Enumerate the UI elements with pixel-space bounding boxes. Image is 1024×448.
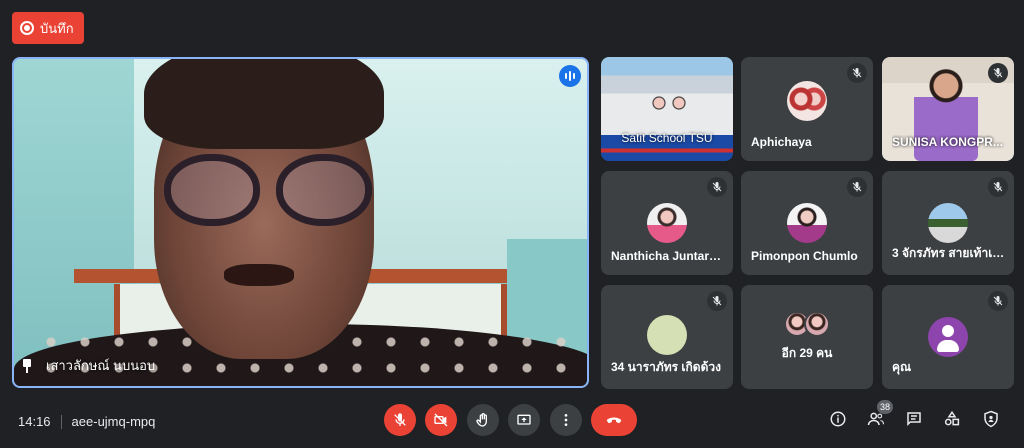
avatar <box>647 203 687 243</box>
mic-off-icon <box>394 413 406 426</box>
avatar <box>928 203 968 243</box>
participant-tile[interactable]: Nanthicha Juntara... <box>601 171 733 275</box>
chat-button[interactable] <box>903 408 925 430</box>
participant-count-badge: 38 <box>877 400 893 414</box>
raise-hand-icon <box>476 413 487 427</box>
recording-label: บันทึก <box>40 20 74 36</box>
mic-off-icon <box>707 291 727 311</box>
mic-off-icon <box>847 177 867 197</box>
mic-off-icon <box>988 291 1008 311</box>
participant-name: Aphichaya <box>751 135 812 149</box>
participant-tile[interactable]: Pimonpon Chumlo <box>741 171 873 275</box>
self-tile[interactable]: คุณ <box>882 285 1014 389</box>
mic-off-icon <box>988 177 1008 197</box>
participant-tile[interactable]: Satit School TSU <box>601 57 733 161</box>
present-screen-button[interactable] <box>508 404 540 436</box>
meeting-info: 14:16 aee-ujmq-mpq <box>18 414 155 429</box>
chat-icon <box>907 412 921 427</box>
more-options-button[interactable] <box>550 404 582 436</box>
main-speaker-name: เสาวลักษณ์ นบนอบ <box>22 355 155 376</box>
participant-name: Pimonpon Chumlo <box>751 249 858 263</box>
recording-indicator[interactable]: บันทึก <box>12 12 84 44</box>
mic-off-icon <box>707 177 727 197</box>
main-speaker-tile[interactable]: เสาวลักษณ์ นบนอบ <box>12 57 589 388</box>
present-screen-icon <box>517 414 531 425</box>
divider <box>60 414 62 429</box>
meeting-details-button[interactable] <box>827 408 849 430</box>
participant-name: 3 จักรภัทร สายเท้าเอี้... <box>892 246 1006 260</box>
raise-hand-button[interactable] <box>467 404 499 436</box>
participant-name: SUNISA KONGPR... <box>892 135 1003 149</box>
pin-icon[interactable] <box>22 358 32 373</box>
mic-toggle-button[interactable] <box>384 404 416 436</box>
participant-name: Nanthicha Juntara... <box>611 249 725 263</box>
participant-name: 34 นาราภัทร เกิดด้วง <box>611 360 721 374</box>
host-controls-button[interactable] <box>980 408 1002 430</box>
call-end-icon <box>606 417 622 424</box>
mic-off-icon <box>988 63 1008 83</box>
participant-name: คุณ <box>892 360 912 374</box>
mic-off-icon <box>847 63 867 83</box>
participant-video <box>601 57 733 161</box>
participant-tile[interactable]: Aphichaya <box>741 57 873 161</box>
camera-off-icon <box>434 413 448 427</box>
avatar <box>928 317 968 357</box>
speaking-indicator-icon <box>559 65 581 87</box>
meeting-code: aee-ujmq-mpq <box>71 414 156 429</box>
others-avatars <box>784 311 830 337</box>
host-controls-icon <box>984 410 998 428</box>
more-participants-tile[interactable]: อีก 29 คน <box>741 285 873 389</box>
participant-tile[interactable]: 34 นาราภัทร เกิดด้วง <box>601 285 733 389</box>
avatar <box>787 81 827 121</box>
activities-button[interactable] <box>941 408 963 430</box>
speaker-name-label: เสาวลักษณ์ นบนอบ <box>46 358 156 373</box>
participant-name: Satit School TSU <box>621 131 713 145</box>
participant-tile[interactable]: 3 จักรภัทร สายเท้าเอี้... <box>882 171 1014 275</box>
speaker-video <box>14 59 587 386</box>
avatar <box>647 315 687 355</box>
camera-toggle-button[interactable] <box>425 404 457 436</box>
more-vert-icon <box>564 414 568 426</box>
clock-time: 14:16 <box>18 414 51 429</box>
activities-icon <box>944 410 960 426</box>
avatar <box>787 203 827 243</box>
bottom-toolbar: 14:16 aee-ujmq-mpq <box>0 396 1024 448</box>
more-participants-label: อีก 29 คน <box>781 346 833 360</box>
leave-call-button[interactable] <box>591 404 637 436</box>
record-icon <box>20 21 34 35</box>
participant-tile[interactable]: SUNISA KONGPR... <box>882 57 1014 161</box>
info-icon <box>830 411 846 427</box>
